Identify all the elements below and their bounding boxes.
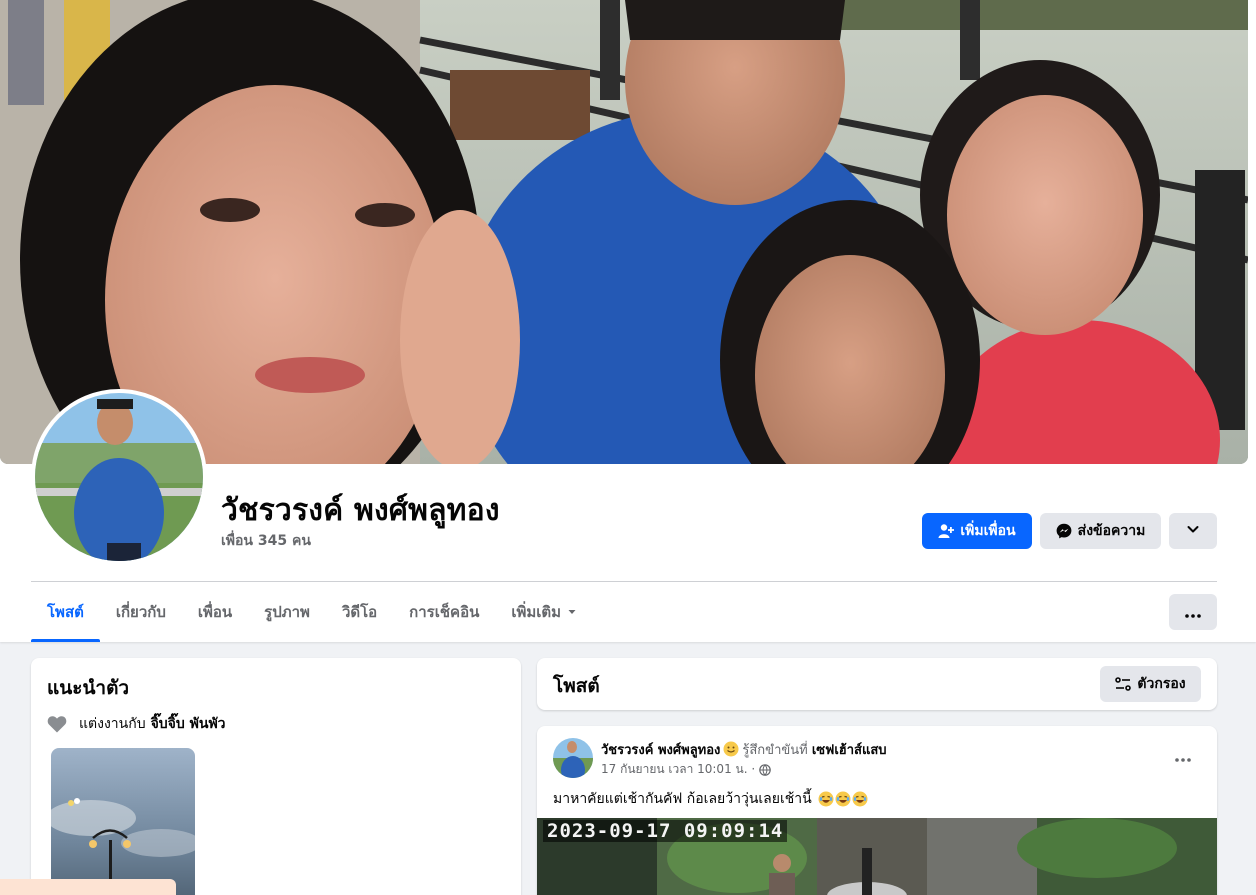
friends-count[interactable]: เพื่อน 345 คน bbox=[221, 530, 311, 552]
add-friend-button[interactable]: เพิ่มเพื่อน bbox=[922, 513, 1032, 549]
intro-card: แนะนำตัว แต่งงานกับ จิ๊บจิ๊บ พันพัว bbox=[31, 658, 521, 895]
tab-checkins[interactable]: การเช็คอิน bbox=[393, 584, 495, 640]
smiley-icon bbox=[723, 741, 739, 761]
post-place-link[interactable]: เซฟเฮ้าส์แสบ bbox=[812, 743, 887, 758]
tab-more[interactable]: เพิ่มเติม bbox=[495, 584, 593, 640]
post-text: มาหาคัยแต่เช้ากันคัฟ ก้อเลยว้าวุ่นเลยเช้… bbox=[553, 791, 812, 807]
tab-label: รูปภาพ bbox=[264, 603, 310, 621]
relationship-prefix: แต่งงานกับ bbox=[79, 716, 146, 732]
filter-button[interactable]: ตัวกรอง bbox=[1100, 666, 1201, 702]
post-body: มาหาคัยแต่เช้ากันคัฟ ก้อเลยว้าวุ่นเลยเช้… bbox=[553, 788, 868, 810]
photo-timestamp: 2023-09-17 09:09:14 bbox=[543, 820, 788, 842]
tab-label: เพื่อน bbox=[197, 603, 233, 621]
featured-photo[interactable] bbox=[51, 748, 195, 895]
profile-more-button[interactable] bbox=[1169, 513, 1217, 549]
tab-label: การเช็คอิน bbox=[409, 603, 480, 621]
posts-title: โพสต์ bbox=[553, 675, 600, 697]
laughing-emoji-icon bbox=[818, 791, 868, 807]
tab-photos[interactable]: รูปภาพ bbox=[248, 584, 326, 640]
profile-page: วัชรวรงค์ พงศ์พลูทอง เพื่อน 345 คน เพิ่ม… bbox=[0, 0, 1256, 895]
tab-about[interactable]: เกี่ยวกับ bbox=[100, 584, 182, 640]
tabs-overflow-button[interactable] bbox=[1169, 594, 1217, 630]
message-label: ส่งข้อความ bbox=[1077, 523, 1146, 539]
post-author-avatar[interactable] bbox=[553, 738, 593, 778]
post-author-link[interactable]: วัชรวรงค์ พงศ์พลูทอง bbox=[601, 743, 720, 758]
chevron-down-icon bbox=[1186, 522, 1200, 540]
relationship-row: แต่งงานกับ จิ๊บจิ๊บ พันพัว bbox=[47, 713, 226, 735]
messenger-icon bbox=[1056, 523, 1072, 539]
profile-header: วัชรวรงค์ พงศ์พลูทอง เพื่อน 345 คน เพิ่ม… bbox=[0, 0, 1256, 642]
tab-label: โพสต์ bbox=[47, 603, 84, 621]
tab-friends[interactable]: เพื่อน bbox=[182, 584, 248, 640]
post-time[interactable]: 17 กันยายน เวลา 10:01 น. · bbox=[601, 760, 755, 779]
message-button[interactable]: ส่งข้อความ bbox=[1040, 513, 1161, 549]
tab-label: เพิ่มเติม bbox=[511, 603, 562, 621]
partner-link[interactable]: จิ๊บจิ๊บ พันพัว bbox=[151, 713, 226, 735]
add-friend-icon bbox=[938, 523, 955, 539]
caret-down-icon bbox=[567, 607, 577, 617]
tab-videos[interactable]: วิดีโอ bbox=[326, 584, 393, 640]
more-dots-icon bbox=[1185, 603, 1201, 622]
profile-tabs: โพสต์ เกี่ยวกับ เพื่อน รูปภาพ วิดีโอ การ… bbox=[31, 584, 593, 642]
posts-header: โพสต์ ตัวกรอง bbox=[537, 658, 1217, 710]
tab-posts[interactable]: โพสต์ bbox=[31, 584, 100, 642]
heart-icon bbox=[47, 715, 67, 733]
notification-toast[interactable] bbox=[0, 879, 176, 895]
post-photo[interactable]: 2023-09-17 09:09:14 bbox=[537, 818, 1217, 895]
add-friend-label: เพิ่มเพื่อน bbox=[960, 523, 1016, 539]
more-dots-icon bbox=[1175, 747, 1191, 766]
tab-label: เกี่ยวกับ bbox=[115, 603, 166, 621]
post-header: วัชรวรงค์ พงศ์พลูทอง รู้สึกขำขันที่ เซฟเฮ… bbox=[601, 739, 887, 761]
cover-photo[interactable] bbox=[0, 0, 1248, 464]
filter-label: ตัวกรอง bbox=[1137, 676, 1186, 692]
tab-label: วิดีโอ bbox=[341, 603, 378, 621]
header-divider bbox=[31, 581, 1217, 582]
profile-avatar[interactable] bbox=[31, 389, 207, 565]
post-options-button[interactable] bbox=[1169, 746, 1197, 766]
intro-title: แนะนำตัว bbox=[47, 677, 130, 699]
globe-icon bbox=[759, 763, 771, 776]
post-feeling: รู้สึกขำขันที่ bbox=[742, 743, 808, 758]
post-meta: 17 กันยายน เวลา 10:01 น. · bbox=[601, 760, 771, 779]
profile-name: วัชรวรงค์ พงศ์พลูทอง bbox=[221, 493, 500, 528]
filter-icon bbox=[1115, 677, 1132, 691]
post-card: วัชรวรงค์ พงศ์พลูทอง รู้สึกขำขันที่ เซฟเฮ… bbox=[537, 726, 1217, 895]
